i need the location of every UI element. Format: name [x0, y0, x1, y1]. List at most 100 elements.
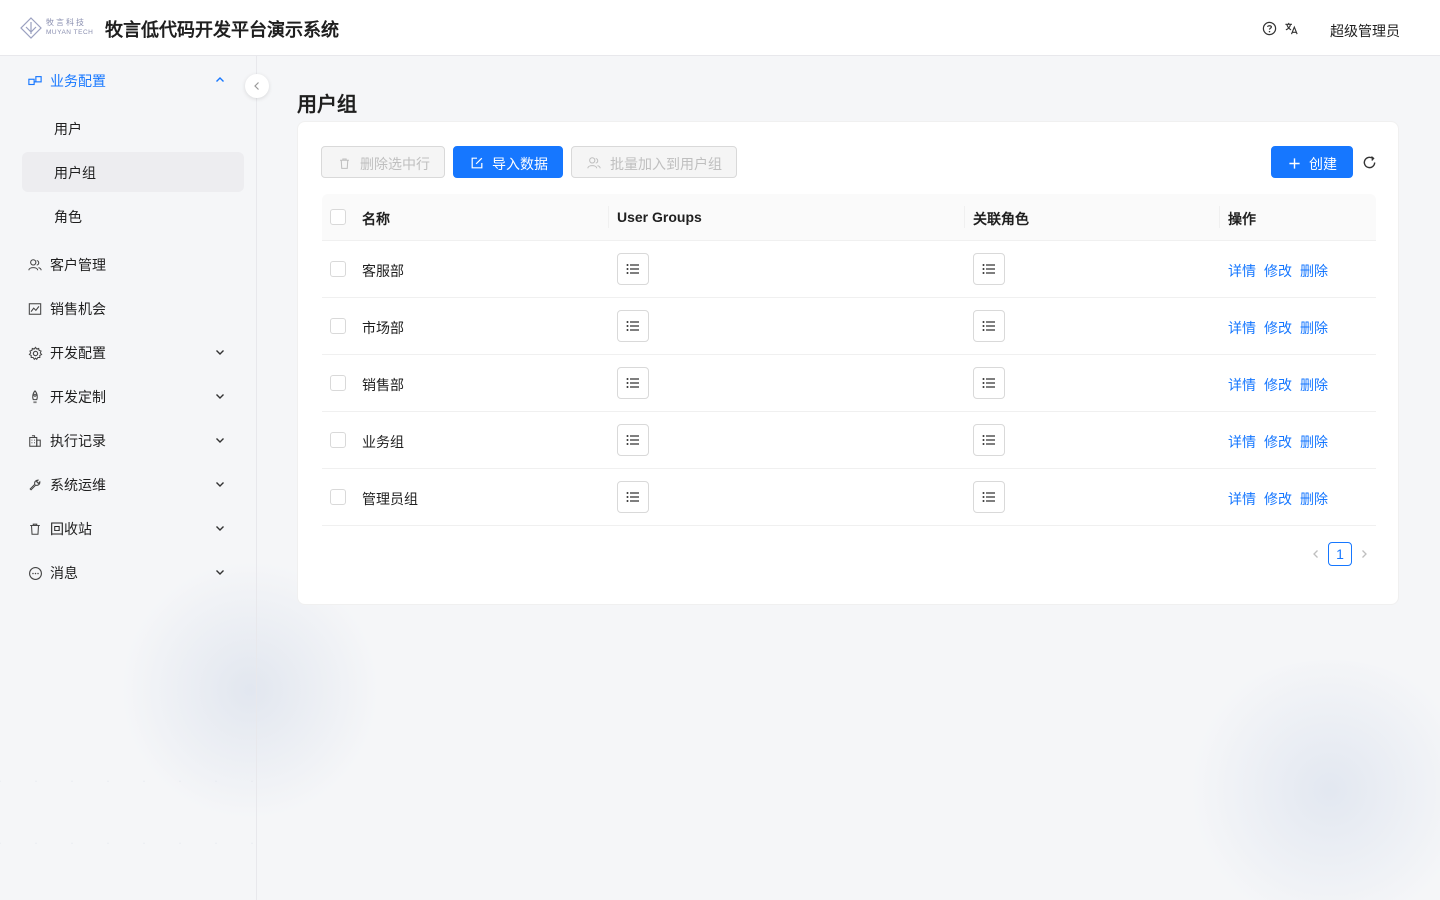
sidebar-group-label: 开发配置: [50, 345, 106, 361]
sidebar-group-label: 客户管理: [50, 257, 106, 273]
edit-link[interactable]: 修改: [1264, 489, 1292, 509]
trash-icon: [336, 155, 352, 171]
refresh-icon[interactable]: [1361, 154, 1377, 170]
column-separator: [1219, 206, 1220, 228]
sidebar-group-sales-opportunities[interactable]: 销售机会: [22, 289, 244, 327]
detail-link[interactable]: 详情: [1228, 318, 1256, 338]
row-checkbox[interactable]: [330, 489, 346, 505]
logo-mark-icon: [20, 17, 42, 39]
list-icon: [626, 321, 639, 331]
sidebar-item-label: 用户组: [54, 165, 96, 181]
delete-selected-button[interactable]: 删除选中行: [321, 146, 445, 178]
sidebar-group-recycle-bin[interactable]: 回收站: [22, 509, 244, 547]
edit-link[interactable]: 修改: [1264, 318, 1292, 338]
plus-icon: [1286, 155, 1302, 171]
sidebar-group-dev-config[interactable]: 开发配置: [22, 333, 244, 371]
sidebar-item-label: 用户: [54, 121, 82, 137]
row-checkbox[interactable]: [330, 261, 346, 277]
sidebar-group-messages[interactable]: 消息: [22, 553, 244, 591]
sidebar-group-customer-management[interactable]: 客户管理: [22, 245, 244, 283]
translate-icon[interactable]: [1283, 20, 1299, 36]
import-data-button[interactable]: 导入数据: [453, 146, 563, 178]
edit-icon: [469, 155, 485, 171]
table-header: 名称 User Groups 关联角色 操作: [322, 194, 1376, 241]
row-checkbox[interactable]: [330, 375, 346, 391]
sidebar-group-dev-customization[interactable]: 开发定制: [22, 377, 244, 415]
chevron-down-icon: [214, 522, 226, 534]
detail-link[interactable]: 详情: [1228, 489, 1256, 509]
column-header-user-groups: User Groups: [617, 209, 702, 225]
roles-list-button[interactable]: [973, 310, 1005, 342]
table-row: 业务组 详情 修改 删除: [322, 412, 1376, 469]
users-icon: [586, 155, 602, 171]
table-row: 销售部 详情 修改 删除: [322, 355, 1376, 412]
user-groups-list-button[interactable]: [617, 310, 649, 342]
chevron-down-icon: [214, 390, 226, 402]
sidebar-group-label: 开发定制: [50, 389, 106, 405]
delete-link[interactable]: 删除: [1300, 489, 1328, 509]
delete-link[interactable]: 删除: [1300, 432, 1328, 452]
table-row: 市场部 详情 修改 删除: [322, 298, 1376, 355]
sidebar-item-user-groups[interactable]: 用户组: [22, 152, 244, 192]
content-card: 删除选中行 导入数据 批量加入到用户组 创建 名称 User Groups 关联…: [297, 121, 1399, 605]
user-groups-list-button[interactable]: [617, 424, 649, 456]
sidebar-group-system-ops[interactable]: 系统运维: [22, 465, 244, 503]
help-icon[interactable]: [1261, 20, 1277, 36]
roles-list-button[interactable]: [973, 481, 1005, 513]
wrench-icon: [27, 477, 43, 493]
user-groups-list-button[interactable]: [617, 481, 649, 513]
detail-link[interactable]: 详情: [1228, 432, 1256, 452]
sidebar-item-users[interactable]: 用户: [22, 108, 244, 148]
button-label: 创建: [1309, 156, 1337, 172]
message-icon: [27, 565, 43, 581]
roles-list-button[interactable]: [973, 253, 1005, 285]
delete-link[interactable]: 删除: [1300, 261, 1328, 281]
button-label: 删除选中行: [360, 156, 430, 172]
list-icon: [982, 264, 995, 274]
next-page-icon[interactable]: [1358, 548, 1370, 560]
roles-list-button[interactable]: [973, 424, 1005, 456]
group-name: 市场部: [362, 320, 404, 336]
table-row: 客服部 详情 修改 删除: [322, 241, 1376, 298]
sidebar-group-business-config[interactable]: 业务配置: [22, 61, 244, 99]
gear-icon: [27, 345, 43, 361]
list-icon: [982, 321, 995, 331]
sidebar-collapse-button[interactable]: [245, 74, 269, 98]
logo-text-cn: 牧言科技: [46, 18, 86, 28]
group-name: 销售部: [362, 377, 404, 393]
chevron-down-icon: [214, 434, 226, 446]
select-all-checkbox[interactable]: [330, 209, 346, 225]
delete-link[interactable]: 删除: [1300, 375, 1328, 395]
row-checkbox[interactable]: [330, 432, 346, 448]
prev-page-icon[interactable]: [1310, 548, 1322, 560]
column-header-name: 名称: [362, 211, 390, 227]
logo[interactable]: 牧言科技 MUYAN TECH: [18, 14, 94, 42]
delete-link[interactable]: 删除: [1300, 318, 1328, 338]
page-number[interactable]: 1: [1328, 542, 1352, 566]
list-icon: [626, 378, 639, 388]
edit-link[interactable]: 修改: [1264, 261, 1292, 281]
list-icon: [982, 435, 995, 445]
user-menu[interactable]: 超级管理员: [1330, 21, 1400, 41]
group-name: 管理员组: [362, 491, 418, 507]
top-header: 牧言科技 MUYAN TECH 牧言低代码开发平台演示系统 超级管理员: [0, 0, 1440, 56]
batch-add-to-group-button[interactable]: 批量加入到用户组: [571, 146, 737, 178]
row-checkbox[interactable]: [330, 318, 346, 334]
chevron-up-icon: [214, 74, 226, 86]
table-row: 管理员组 详情 修改 删除: [322, 469, 1376, 526]
roles-list-button[interactable]: [973, 367, 1005, 399]
edit-link[interactable]: 修改: [1264, 375, 1292, 395]
detail-link[interactable]: 详情: [1228, 261, 1256, 281]
list-icon: [982, 378, 995, 388]
create-button[interactable]: 创建: [1271, 146, 1353, 178]
edit-link[interactable]: 修改: [1264, 432, 1292, 452]
user-groups-list-button[interactable]: [617, 253, 649, 285]
sidebar-group-label: 销售机会: [50, 301, 106, 317]
detail-link[interactable]: 详情: [1228, 375, 1256, 395]
building-icon: [27, 433, 43, 449]
user-groups-list-button[interactable]: [617, 367, 649, 399]
sidebar-item-roles[interactable]: 角色: [22, 196, 244, 236]
list-icon: [626, 492, 639, 502]
column-separator: [608, 206, 609, 228]
sidebar-group-execution-logs[interactable]: 执行记录: [22, 421, 244, 459]
